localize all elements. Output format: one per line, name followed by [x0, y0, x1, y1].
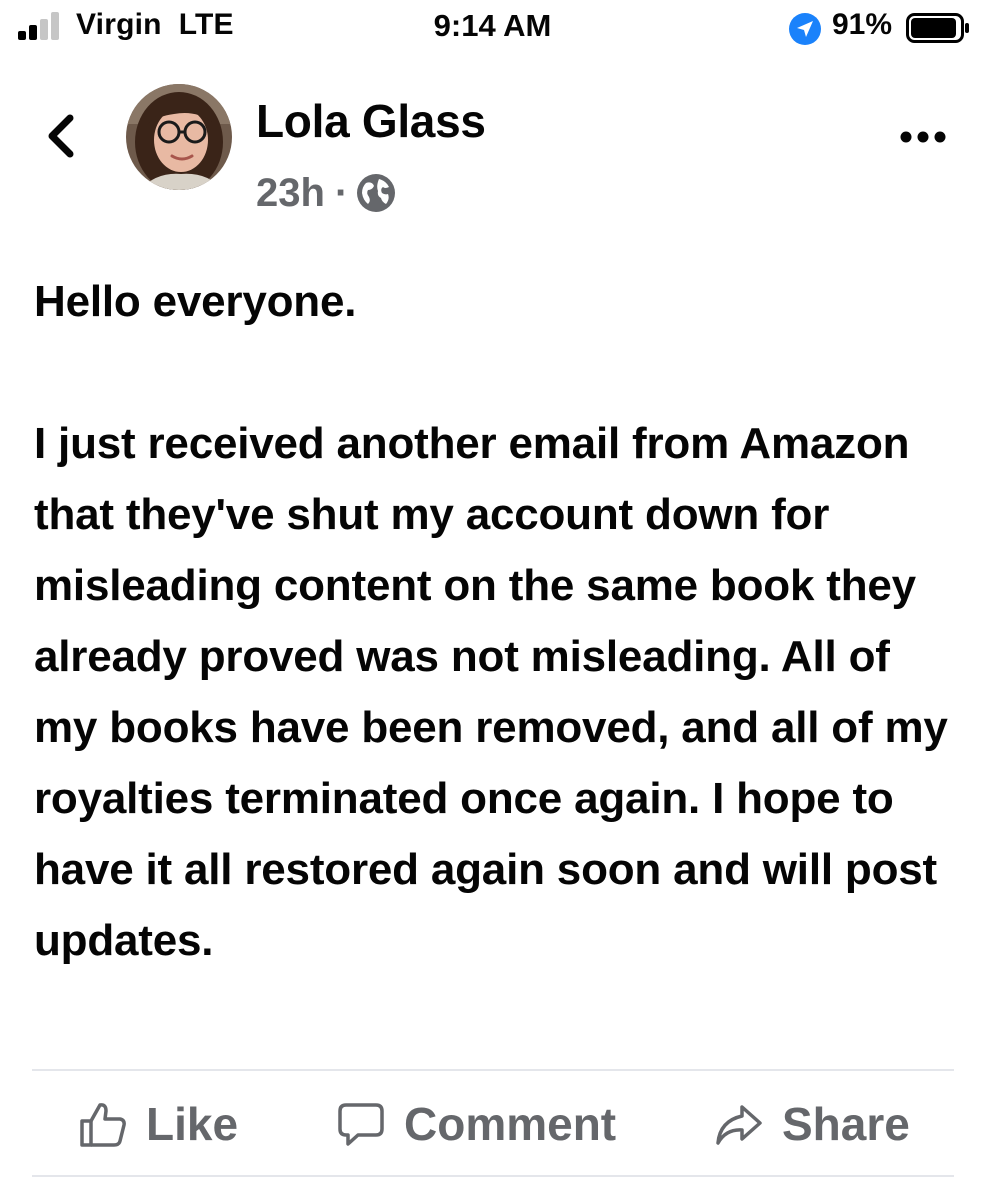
- like-button[interactable]: Like: [78, 1092, 238, 1156]
- avatar[interactable]: [126, 84, 232, 190]
- comment-button[interactable]: Comment: [336, 1092, 616, 1156]
- back-chevron-icon[interactable]: [38, 110, 86, 162]
- more-options-icon[interactable]: [896, 120, 950, 154]
- action-bar-bottom-divider: [32, 1175, 954, 1177]
- profile-photo: [126, 84, 232, 190]
- thumbs-up-icon: [80, 1103, 126, 1147]
- like-label: Like: [146, 1098, 239, 1150]
- author-name[interactable]: Lola Glass: [256, 94, 486, 148]
- post-greeting: Hello everyone.: [34, 277, 357, 326]
- post-timestamp[interactable]: 23h: [256, 171, 325, 216]
- globe-icon: [357, 174, 396, 212]
- comment-bubble-icon: [338, 1103, 384, 1146]
- action-bar-top-divider: [32, 1069, 954, 1071]
- post-meta: 23h ·: [256, 168, 396, 218]
- meta-separator: ·: [334, 170, 349, 215]
- post-body: Hello everyone. I just received another …: [34, 266, 964, 976]
- share-button[interactable]: Share: [714, 1092, 910, 1156]
- location-icon: [789, 13, 821, 45]
- comment-label: Comment: [404, 1098, 617, 1150]
- status-bar: Virgin LTE 9:14 AM 91%: [0, 0, 985, 56]
- share-arrow-icon: [716, 1105, 762, 1145]
- battery-icon: [906, 13, 969, 43]
- share-label: Share: [782, 1098, 910, 1150]
- battery-percent: 91%: [832, 8, 893, 41]
- post-message: I just received another email from Amazo…: [34, 419, 948, 965]
